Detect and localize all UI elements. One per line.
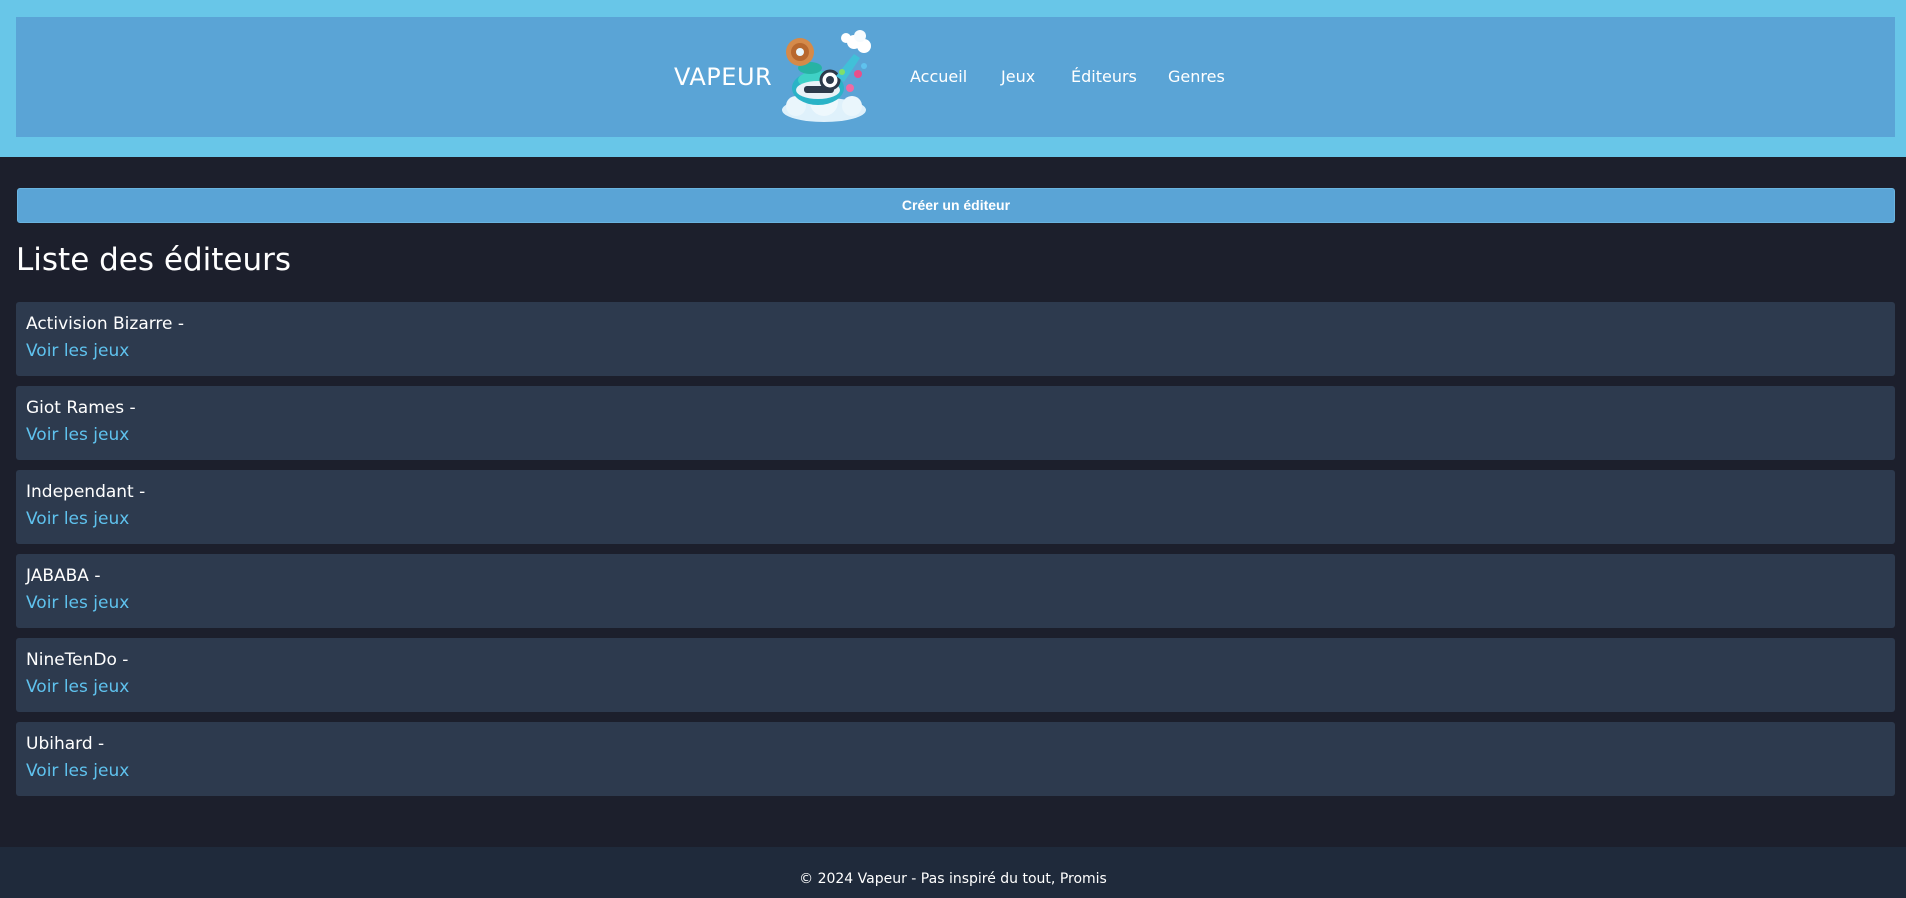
view-games-link[interactable]: Voir les jeux bbox=[26, 340, 129, 362]
create-publisher-button[interactable]: Créer un éditeur bbox=[17, 188, 1895, 223]
nav-genres[interactable]: Genres bbox=[1168, 66, 1225, 88]
brand-name[interactable]: VAPEUR bbox=[674, 62, 772, 92]
page-title: Liste des éditeurs bbox=[16, 242, 292, 278]
publisher-name: Giot Rames - bbox=[26, 398, 136, 418]
publisher-name: Independant - bbox=[26, 482, 146, 502]
view-games-link[interactable]: Voir les jeux bbox=[26, 760, 129, 782]
nav-jeux[interactable]: Jeux bbox=[1001, 66, 1035, 88]
publisher-card: NineTenDo - Voir les jeux bbox=[16, 638, 1895, 712]
view-games-link[interactable]: Voir les jeux bbox=[26, 676, 129, 698]
publisher-card: Ubihard - Voir les jeux bbox=[16, 722, 1895, 796]
publisher-card: Independant - Voir les jeux bbox=[16, 470, 1895, 544]
view-games-link[interactable]: Voir les jeux bbox=[26, 592, 129, 614]
footer-copyright: © 2024 Vapeur - Pas inspiré du tout, Pro… bbox=[799, 871, 1107, 887]
view-games-link[interactable]: Voir les jeux bbox=[26, 424, 129, 446]
publisher-name: Ubihard - bbox=[26, 734, 105, 754]
publisher-card: Activision Bizarre - Voir les jeux bbox=[16, 302, 1895, 376]
site-footer: © 2024 Vapeur - Pas inspiré du tout, Pro… bbox=[0, 847, 1906, 898]
publisher-name: Activision Bizarre - bbox=[26, 314, 185, 334]
publisher-name: JABABA - bbox=[26, 566, 101, 586]
publisher-card: JABABA - Voir les jeux bbox=[16, 554, 1895, 628]
publisher-card: Giot Rames - Voir les jeux bbox=[16, 386, 1895, 460]
publisher-name: NineTenDo - bbox=[26, 650, 129, 670]
nav-editeurs[interactable]: Éditeurs bbox=[1071, 66, 1137, 88]
view-games-link[interactable]: Voir les jeux bbox=[26, 508, 129, 530]
steam-teapot-logo-icon[interactable] bbox=[774, 28, 874, 126]
nav-accueil[interactable]: Accueil bbox=[910, 66, 967, 88]
